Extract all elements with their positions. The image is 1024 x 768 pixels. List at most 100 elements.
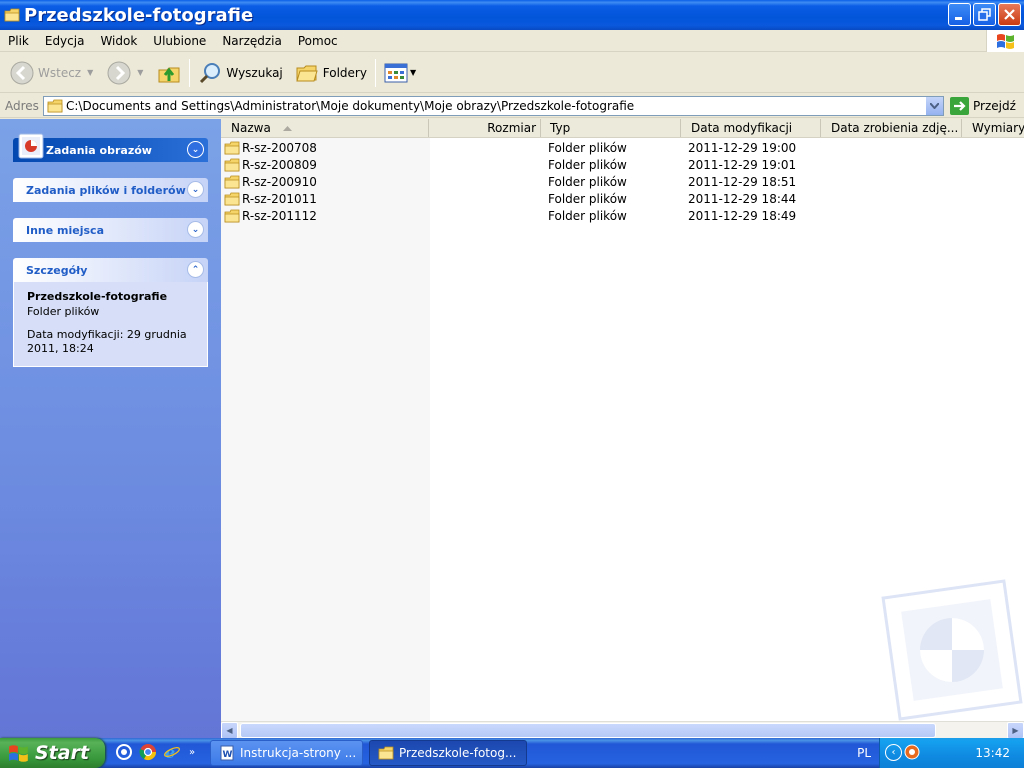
details-title: Szczegóły: [26, 263, 88, 277]
forward-dropdown-icon[interactable]: ▼: [137, 68, 143, 77]
file-name: R-sz-200708: [242, 140, 317, 155]
restore-icon: [978, 8, 991, 21]
minimize-icon: [955, 17, 962, 20]
maximize-button[interactable]: [973, 3, 996, 26]
folder-icon: [224, 158, 240, 171]
sort-ascending-icon: [282, 126, 292, 131]
tray-app-icon[interactable]: [904, 744, 920, 760]
toolbar-separator: [189, 58, 191, 87]
task-pane: Zadania obrazów ⌄ Zadania plików i folde…: [0, 119, 221, 740]
scroll-left-button[interactable]: ◀: [221, 722, 238, 739]
file-rows: R-sz-200708 Folder plików 2011-12-29 19:00…: [221, 139, 1024, 224]
menu-view[interactable]: Widok: [92, 30, 145, 52]
menu-edit[interactable]: Edycja: [37, 30, 93, 52]
file-tasks-panel: Zadania plików i folderów ⌄: [13, 178, 208, 202]
toolbar: Wstecz ▼ ▼ Wyszukaj Foldery ▼: [0, 53, 1024, 93]
file-modified: 2011-12-29 18:44: [688, 191, 797, 206]
menu-help[interactable]: Pomoc: [290, 30, 346, 52]
show-hidden-icons-button[interactable]: ‹: [885, 744, 902, 761]
menu-favorites[interactable]: Ulubione: [145, 30, 214, 52]
clock: 13:42: [975, 746, 1010, 760]
go-button[interactable]: Przejdź: [950, 97, 1016, 115]
details-header[interactable]: Szczegóły ⌃: [13, 258, 208, 282]
chrome-icon[interactable]: [139, 743, 157, 761]
column-modified[interactable]: Data modyfikacji: [681, 119, 821, 137]
menu-tools[interactable]: Narzędzia: [214, 30, 290, 52]
scroll-right-button[interactable]: ▶: [1007, 722, 1024, 739]
table-row[interactable]: R-sz-200809 Folder plików 2011-12-29 19:01: [221, 156, 1024, 173]
details-name: Przedszkole-fotografie: [27, 290, 168, 303]
file-modified: 2011-12-29 19:00: [688, 140, 797, 155]
folders-icon: [296, 65, 318, 81]
folder-icon: [224, 175, 240, 188]
back-dropdown-icon[interactable]: ▼: [87, 68, 93, 77]
forward-button[interactable]: ▼: [103, 56, 147, 90]
address-path: C:\Documents and Settings\Administrator\…: [66, 99, 635, 113]
picture-tasks-icon: [18, 133, 44, 159]
column-name[interactable]: Nazwa: [221, 119, 429, 137]
menu-file[interactable]: Plik: [0, 30, 37, 52]
file-name-cell: R-sz-200910: [224, 175, 317, 189]
address-input[interactable]: C:\Documents and Settings\Administrator\…: [43, 96, 944, 116]
system-tray: ‹ 13:42: [879, 738, 1024, 768]
internet-explorer-icon[interactable]: e: [163, 743, 181, 761]
details-type: Folder plików: [27, 305, 100, 318]
file-name-cell: R-sz-200708: [224, 141, 317, 155]
chevron-down-icon[interactable]: ⌄: [187, 181, 204, 198]
title-bar[interactable]: Przedszkole-fotografie: [0, 0, 1024, 30]
views-button[interactable]: ▼: [380, 56, 420, 90]
file-name: R-sz-200910: [242, 174, 317, 189]
taskbar-item-explorer[interactable]: Przedszkole-fotog...: [369, 740, 527, 766]
folder-icon: [224, 141, 240, 154]
search-icon: [200, 62, 221, 83]
file-type: Folder plików: [548, 208, 627, 223]
chevron-down-icon[interactable]: ⌄: [187, 141, 204, 158]
file-modified: 2011-12-29 19:01: [688, 157, 797, 172]
file-name-cell: R-sz-201112: [224, 209, 317, 223]
views-dropdown-icon: ▼: [409, 68, 417, 77]
horizontal-scrollbar[interactable]: ◀ ▶: [221, 721, 1024, 739]
taskbar-item-word[interactable]: W Instrukcja-strony ...: [210, 740, 363, 766]
word-document-icon: W: [220, 745, 234, 761]
folders-button[interactable]: Foldery: [291, 56, 371, 90]
file-name-cell: R-sz-200809: [224, 158, 317, 172]
other-places-header[interactable]: Inne miejsca ⌄: [13, 218, 208, 242]
menu-bar: Plik Edycja Widok Ulubione Narzędzia Pom…: [0, 30, 1024, 52]
table-row[interactable]: R-sz-201011 Folder plików 2011-12-29 18:44: [221, 190, 1024, 207]
language-indicator[interactable]: PL: [857, 746, 871, 760]
folder-icon: [224, 209, 240, 222]
file-tasks-header[interactable]: Zadania plików i folderów ⌄: [13, 178, 208, 202]
file-type: Folder plików: [548, 140, 627, 155]
chevron-down-icon[interactable]: ⌄: [187, 221, 204, 238]
minimize-button[interactable]: [948, 3, 971, 26]
file-name: R-sz-200809: [242, 157, 317, 172]
file-list[interactable]: Nazwa Rozmiar Typ Data modyfikacji Data …: [221, 119, 1024, 721]
table-row[interactable]: R-sz-200708 Folder plików 2011-12-29 19:00: [221, 139, 1024, 156]
chevron-up-icon[interactable]: ⌃: [187, 261, 204, 278]
ie-shortcut-icon[interactable]: [115, 743, 133, 761]
up-folder-button[interactable]: [153, 56, 185, 90]
start-button[interactable]: Start: [0, 738, 105, 768]
search-button[interactable]: Wyszukaj: [194, 56, 286, 90]
address-dropdown-button[interactable]: [925, 97, 943, 115]
column-dimensions[interactable]: Wymiary: [962, 119, 1024, 137]
details-body: Przedszkole-fotografie Folder plików Dat…: [13, 282, 208, 367]
other-places-panel: Inne miejsca ⌄: [13, 218, 208, 242]
table-row[interactable]: R-sz-201112 Folder plików 2011-12-29 18:49: [221, 207, 1024, 224]
back-button[interactable]: Wstecz ▼: [6, 56, 97, 90]
folder-icon: [378, 746, 394, 760]
table-row[interactable]: R-sz-200910 Folder plików 2011-12-29 18:51: [221, 173, 1024, 190]
close-button[interactable]: [998, 3, 1021, 26]
svg-text:W: W: [223, 750, 233, 760]
quick-launch-more-icon[interactable]: »: [189, 747, 195, 758]
column-type[interactable]: Typ: [541, 119, 681, 137]
file-name-cell: R-sz-201011: [224, 192, 317, 206]
details-modified: Data modyfikacji: 29 grudnia 2011, 18:24: [27, 328, 187, 355]
picture-tasks-header[interactable]: Zadania obrazów ⌄: [13, 133, 208, 162]
scrollbar-thumb[interactable]: [240, 723, 936, 738]
go-arrow-icon: [950, 97, 969, 115]
column-date-taken[interactable]: Data zrobienia zdję...: [821, 119, 962, 137]
file-type: Folder plików: [548, 191, 627, 206]
column-size[interactable]: Rozmiar: [429, 119, 541, 137]
windows-logo-icon: [9, 745, 28, 762]
